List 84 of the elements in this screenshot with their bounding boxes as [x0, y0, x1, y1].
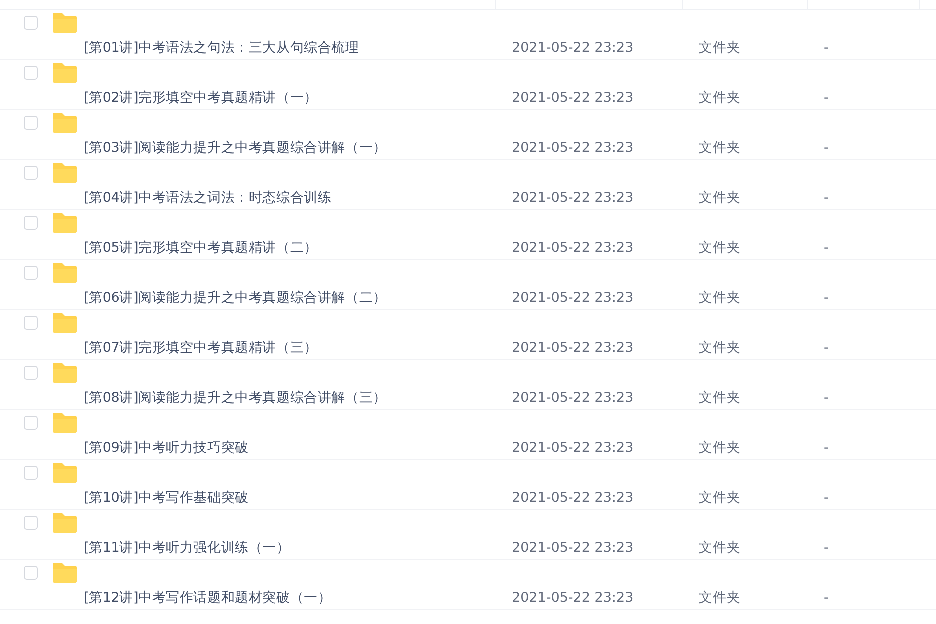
file-size: - — [823, 240, 830, 256]
row-checkbox[interactable] — [24, 316, 38, 330]
file-size: - — [823, 490, 830, 506]
file-type: 文件夹 — [698, 138, 742, 157]
modified-date: 2021-05-22 23:23 — [511, 40, 635, 56]
file-name[interactable]: [第09讲]中考听力技巧突破 — [84, 438, 502, 457]
file-type: 文件夹 — [698, 488, 742, 507]
file-row[interactable]: [第04讲]中考语法之词法：时态综合训练 2021-05-22 23:23 文件夹 - — [0, 160, 936, 210]
file-name[interactable]: [第01讲]中考语法之句法：三大从句综合梳理 — [84, 38, 502, 57]
folder-icon — [52, 262, 78, 284]
file-size: - — [823, 390, 830, 406]
file-name[interactable]: [第04讲]中考语法之词法：时态综合训练 — [84, 188, 502, 207]
modified-date: 2021-05-22 23:23 — [511, 540, 635, 556]
file-row[interactable]: [第10讲]中考写作基础突破 2021-05-22 23:23 文件夹 - — [0, 460, 936, 510]
file-size: - — [823, 540, 830, 556]
modified-date: 2021-05-22 23:23 — [511, 190, 635, 206]
file-name[interactable]: [第03讲]阅读能力提升之中考真题综合讲解（一） — [84, 138, 502, 157]
file-row[interactable]: [第08讲]阅读能力提升之中考真题综合讲解（三） 2021-05-22 23:23 文件夹 - — [0, 360, 936, 410]
file-name[interactable]: [第11讲]中考听力强化训练（一） — [84, 538, 502, 557]
file-type: 文件夹 — [698, 338, 742, 357]
file-type: 文件夹 — [698, 588, 742, 607]
file-row[interactable]: [第03讲]阅读能力提升之中考真题综合讲解（一） 2021-05-22 23:23 文件夹 - — [0, 110, 936, 160]
modified-date: 2021-05-22 23:23 — [511, 340, 635, 356]
row-checkbox[interactable] — [24, 16, 38, 30]
row-checkbox[interactable] — [24, 116, 38, 130]
file-name[interactable]: [第12讲]中考写作话题和题材突破（一） — [84, 588, 502, 607]
folder-icon — [52, 362, 78, 384]
folder-icon — [52, 162, 78, 184]
file-type: 文件夹 — [698, 38, 742, 57]
file-row[interactable]: [第01讲]中考语法之句法：三大从句综合梳理 2021-05-22 23:23 文件夹 - — [0, 10, 936, 60]
file-size: - — [823, 290, 830, 306]
row-checkbox[interactable] — [24, 566, 38, 580]
file-row[interactable]: [第06讲]阅读能力提升之中考真题综合讲解（二） 2021-05-22 23:23 文件夹 - — [0, 260, 936, 310]
modified-date: 2021-05-22 23:23 — [511, 590, 635, 606]
file-row[interactable]: [第02讲]完形填空中考真题精讲（一） 2021-05-22 23:23 文件夹 - — [0, 60, 936, 110]
folder-icon — [52, 112, 78, 134]
folder-icon — [52, 462, 78, 484]
file-row[interactable]: [第09讲]中考听力技巧突破 2021-05-22 23:23 文件夹 - — [0, 410, 936, 460]
row-checkbox[interactable] — [24, 166, 38, 180]
file-name[interactable]: [第10讲]中考写作基础突破 — [84, 488, 502, 507]
folder-icon — [52, 12, 78, 34]
folder-icon — [52, 312, 78, 334]
file-size: - — [823, 590, 830, 606]
file-name[interactable]: [第06讲]阅读能力提升之中考真题综合讲解（二） — [84, 288, 502, 307]
row-checkbox[interactable] — [24, 466, 38, 480]
file-name[interactable]: [第02讲]完形填空中考真题精讲（一） — [84, 88, 502, 107]
folder-icon — [52, 512, 78, 534]
file-size: - — [823, 340, 830, 356]
file-type: 文件夹 — [698, 88, 742, 107]
file-type: 文件夹 — [698, 438, 742, 457]
file-size: - — [823, 190, 830, 206]
folder-icon — [52, 62, 78, 84]
row-checkbox[interactable] — [24, 66, 38, 80]
folder-icon — [52, 562, 78, 584]
file-type: 文件夹 — [698, 538, 742, 557]
file-row[interactable]: [第11讲]中考听力强化训练（一） 2021-05-22 23:23 文件夹 - — [0, 510, 936, 560]
modified-date: 2021-05-22 23:23 — [511, 290, 635, 306]
modified-date: 2021-05-22 23:23 — [511, 440, 635, 456]
file-type: 文件夹 — [698, 388, 742, 407]
row-checkbox[interactable] — [24, 366, 38, 380]
file-type: 文件夹 — [698, 188, 742, 207]
row-checkbox[interactable] — [24, 216, 38, 230]
file-size: - — [823, 440, 830, 456]
file-row[interactable]: [第05讲]完形填空中考真题精讲（二） 2021-05-22 23:23 文件夹 - — [0, 210, 936, 260]
file-name[interactable]: [第08讲]阅读能力提升之中考真题综合讲解（三） — [84, 388, 502, 407]
file-name[interactable]: [第05讲]完形填空中考真题精讲（二） — [84, 238, 502, 257]
modified-date: 2021-05-22 23:23 — [511, 90, 635, 106]
file-size: - — [823, 140, 830, 156]
file-type: 文件夹 — [698, 288, 742, 307]
file-type: 文件夹 — [698, 238, 742, 257]
modified-date: 2021-05-22 23:23 — [511, 390, 635, 406]
file-row[interactable]: [第07讲]完形填空中考真题精讲（三） 2021-05-22 23:23 文件夹 - — [0, 310, 936, 360]
folder-icon — [52, 212, 78, 234]
row-checkbox[interactable] — [24, 416, 38, 430]
row-checkbox[interactable] — [24, 516, 38, 530]
file-row[interactable]: [第12讲]中考写作话题和题材突破（一） 2021-05-22 23:23 文件夹 - — [0, 560, 936, 610]
row-checkbox[interactable] — [24, 266, 38, 280]
folder-icon — [52, 412, 78, 434]
modified-date: 2021-05-22 23:23 — [511, 140, 635, 156]
modified-date: 2021-05-22 23:23 — [511, 490, 635, 506]
file-size: - — [823, 40, 830, 56]
modified-date: 2021-05-22 23:23 — [511, 240, 635, 256]
file-name[interactable]: [第07讲]完形填空中考真题精讲（三） — [84, 338, 502, 357]
file-size: - — [823, 90, 830, 106]
